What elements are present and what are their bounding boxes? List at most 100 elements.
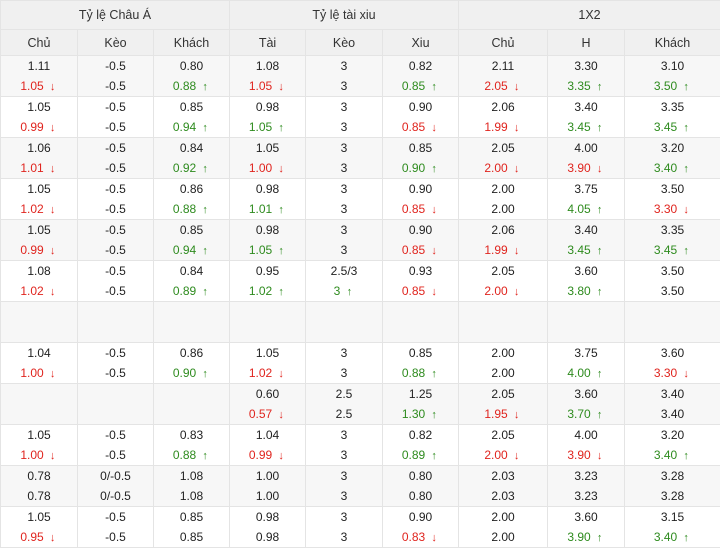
table-row: 1.061.01-0.5-0.50.840.921.051.00330.850.… <box>1 138 720 179</box>
odds-cell-handicap: 0/-0.50/-0.5 <box>78 466 154 507</box>
odds-value: 1.00 <box>256 486 279 506</box>
arrow-up-icon <box>200 77 210 97</box>
odds-value: 1.25 <box>409 384 432 404</box>
arrow-down-icon <box>681 200 691 220</box>
current-odds: 3.45 <box>548 240 624 260</box>
odds-value: 2.05 <box>491 425 514 445</box>
odds-cell-1x2-home: 2.052.00 <box>459 261 548 302</box>
odds-cell-away: 0.860.88 <box>154 179 230 220</box>
group-asian-handicap: Tỷ lệ Châu Á <box>1 1 230 30</box>
odds-cell-away: 0.830.88 <box>154 425 230 466</box>
odds-value: 1.99 <box>484 117 507 137</box>
odds-value: 3 <box>341 199 348 219</box>
odds-value: 3 <box>341 97 348 117</box>
arrow-down-icon <box>48 200 58 220</box>
current-odds: 3 <box>306 445 382 465</box>
opening-odds: 0.98 <box>230 97 305 117</box>
odds-cell-total-line <box>306 302 383 343</box>
arrow-down-icon <box>48 77 58 97</box>
odds-cell-1x2-away <box>625 302 720 343</box>
arrow-up-icon <box>595 241 605 261</box>
odds-value: 3.75 <box>574 179 597 199</box>
odds-value: 3.45 <box>567 240 590 260</box>
current-odds: 0.92 <box>154 158 229 178</box>
opening-odds: 3.60 <box>548 261 624 281</box>
current-odds: 0.80 <box>383 486 458 506</box>
opening-odds: 1.06 <box>1 138 77 158</box>
odds-cell-1x2-draw: 3.603.80 <box>548 261 625 302</box>
current-odds: 0.88 <box>154 76 229 96</box>
opening-odds: -0.5 <box>78 138 153 158</box>
arrow-up-icon <box>595 118 605 138</box>
odds-value: -0.5 <box>105 158 126 178</box>
odds-cell-away: 1.081.08 <box>154 466 230 507</box>
current-odds: 3.40 <box>625 404 720 424</box>
odds-value: 0.85 <box>180 220 203 240</box>
current-odds: 1.02 <box>1 281 77 301</box>
current-odds: 1.05 <box>1 76 77 96</box>
odds-cell-home: 1.050.99 <box>1 220 78 261</box>
group-over-under: Tỷ lệ tài xiu <box>230 1 459 30</box>
arrow-down-icon <box>48 282 58 302</box>
arrow-up-icon <box>276 200 286 220</box>
arrow-up-icon <box>681 528 691 548</box>
odds-value: 0.89 <box>173 281 196 301</box>
odds-table-body: 1.111.05-0.5-0.50.800.881.081.05330.820.… <box>1 56 720 548</box>
opening-odds: 1.04 <box>1 343 77 363</box>
opening-odds: 4.00 <box>548 425 624 445</box>
odds-value: 3 <box>341 507 348 527</box>
odds-value: 3.40 <box>661 404 684 424</box>
odds-cell-over: 0.600.57 <box>230 384 306 425</box>
odds-value: -0.5 <box>105 179 126 199</box>
current-odds: -0.5 <box>78 527 153 547</box>
current-odds: 1.05 <box>230 76 305 96</box>
odds-cell-1x2-home: 2.002.00 <box>459 343 548 384</box>
odds-value: 1.02 <box>20 199 43 219</box>
arrow-up-icon <box>681 77 691 97</box>
odds-cell-total-line: 2.52.5 <box>306 384 383 425</box>
opening-odds: 3.60 <box>625 343 720 363</box>
opening-odds: -0.5 <box>78 56 153 76</box>
table-row: 0.780.780/-0.50/-0.51.081.081.001.00330.… <box>1 466 720 507</box>
opening-odds: 2.05 <box>459 138 547 158</box>
odds-cell-handicap: -0.5-0.5 <box>78 507 154 548</box>
opening-odds: -0.5 <box>78 97 153 117</box>
current-odds: 3.90 <box>548 527 624 547</box>
col-away: Khách <box>154 30 230 56</box>
opening-odds: 0.84 <box>154 138 229 158</box>
current-odds: -0.5 <box>78 445 153 465</box>
arrow-up-icon <box>429 446 439 466</box>
odds-value: 1.30 <box>402 404 425 424</box>
current-odds: 4.05 <box>548 199 624 219</box>
odds-value: -0.5 <box>105 261 126 281</box>
opening-odds: 0.98 <box>230 179 305 199</box>
odds-value: -0.5 <box>105 363 126 383</box>
odds-value: 1.95 <box>484 404 507 424</box>
opening-odds: 2.06 <box>459 220 547 240</box>
odds-cell-1x2-draw: 3.303.35 <box>548 56 625 97</box>
odds-value: 3.75 <box>574 343 597 363</box>
opening-odds: 1.08 <box>230 56 305 76</box>
opening-odds: 1.05 <box>1 97 77 117</box>
odds-cell-total-line: 33 <box>306 138 383 179</box>
odds-value: 3.30 <box>654 363 677 383</box>
odds-cell-1x2-away: 3.353.45 <box>625 220 720 261</box>
current-odds: 1.02 <box>230 363 305 383</box>
current-odds: 0.85 <box>383 117 458 137</box>
current-odds: 0.90 <box>154 363 229 383</box>
opening-odds: -0.5 <box>78 507 153 527</box>
odds-cell-handicap: -0.5-0.5 <box>78 56 154 97</box>
opening-odds: 2.00 <box>459 343 547 363</box>
odds-cell-under: 0.820.85 <box>383 56 459 97</box>
arrow-up-icon <box>200 118 210 138</box>
opening-odds: 2.00 <box>459 507 547 527</box>
arrow-up-icon <box>200 282 210 302</box>
odds-value: 3.40 <box>654 527 677 547</box>
current-odds: 0.78 <box>1 486 77 506</box>
odds-cell-over: 1.001.00 <box>230 466 306 507</box>
arrow-up-icon <box>595 200 605 220</box>
current-odds: 3.40 <box>625 158 720 178</box>
odds-value: 1.02 <box>249 281 272 301</box>
opening-odds: 0/-0.5 <box>78 466 153 486</box>
odds-value: -0.5 <box>105 220 126 240</box>
